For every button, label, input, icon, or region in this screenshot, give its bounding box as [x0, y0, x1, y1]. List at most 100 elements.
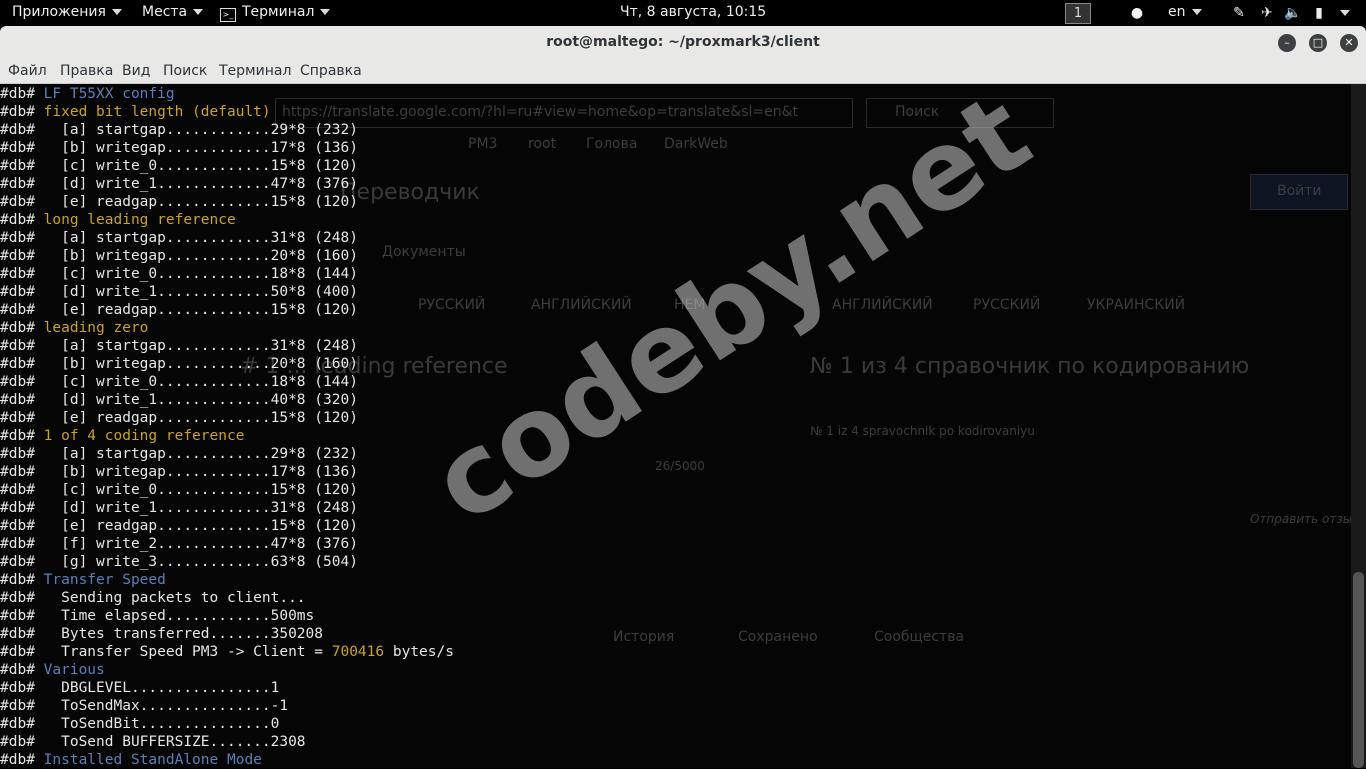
terminal-line: #db# Transfer Speed PM3 -> Client = 7004…: [0, 643, 454, 661]
menu-terminal[interactable]: Терминал: [219, 63, 291, 79]
terminal-line: #db# [b] writegap............20*8 (160): [0, 247, 454, 265]
terminal-line: #db# [d] write_1.............40*8 (320): [0, 391, 454, 409]
pen-icon[interactable]: ✎: [1230, 5, 1248, 21]
terminal-text: Installed StandAlone Mode: [43, 752, 262, 768]
menu-bar: Файл Правка Вид Поиск Терминал Справка: [0, 60, 1366, 84]
system-menu-chevron-icon[interactable]: [1340, 10, 1350, 16]
terminal-text: #db# ToSendBit...............0: [0, 716, 280, 732]
terminal-line: #db# 1 of 4 coding reference: [0, 427, 454, 445]
minimize-button[interactable]: –: [1278, 34, 1296, 52]
workspace-indicator[interactable]: 1: [1065, 3, 1091, 24]
terminal-text: #db# [e] readgap.............15*8 (120): [0, 194, 358, 210]
terminal-output: #db# LF T55XX config #db# fixed bit lengt…: [0, 85, 454, 769]
terminal-app-menu[interactable]: >_ Терминал: [220, 4, 331, 22]
volume-icon[interactable]: 🔈: [1284, 5, 1302, 21]
terminal-text: #db#: [0, 572, 44, 588]
terminal-text: 700416: [331, 644, 385, 660]
terminal-text: #db# DBGLEVEL................1: [0, 680, 280, 696]
applications-menu[interactable]: Приложения: [12, 4, 122, 20]
ghost-footer-item: История: [613, 629, 675, 645]
terminal-text: #db# [a] startgap............29*8 (232): [0, 446, 358, 462]
ghost-bookmark: Голова: [586, 136, 638, 152]
terminal-line: #db# Time elapsed............500ms: [0, 607, 454, 625]
menu-search[interactable]: Поиск: [163, 63, 207, 79]
terminal-icon: >_: [220, 8, 236, 22]
terminal-text: #db# ToSend BUFFERSIZE.......2308: [0, 734, 306, 750]
terminal-text: #db#: [0, 104, 44, 120]
terminal-text: fixed bit length (default): [43, 104, 271, 120]
ghost-lang-tab: РУССКИЙ: [973, 297, 1041, 313]
terminal-line: #db# [e] readgap.............15*8 (120): [0, 409, 454, 427]
terminal-line: #db# fixed bit length (default): [0, 103, 454, 121]
ghost-transliteration: № 1 iz 4 spravochnik po kodirovaniyu: [810, 424, 1035, 438]
places-menu[interactable]: Места: [142, 4, 204, 20]
ghost-footer-item: Сохранено: [738, 629, 818, 645]
chevron-down-icon: [111, 9, 122, 15]
maximize-button[interactable]: □: [1309, 34, 1327, 52]
terminal-text: #db#: [0, 662, 44, 678]
terminal-app-label: Терминал: [242, 4, 315, 20]
terminal-line: #db# Transfer Speed: [0, 571, 454, 589]
terminal-text: 1 of 4 coding reference: [43, 428, 245, 444]
terminal-text: leading zero: [43, 320, 149, 336]
terminal-line: #db# [d] write_1.............47*8 (376): [0, 175, 454, 193]
terminal-text: #db# [a] startgap............31*8 (248): [0, 338, 358, 354]
ghost-bookmark: DarkWeb: [664, 136, 728, 152]
close-button[interactable]: ✕: [1340, 34, 1358, 52]
battery-icon[interactable]: ▮: [1310, 5, 1328, 21]
terminal-text: #db# Transfer Speed PM3 -> Client =: [0, 644, 332, 660]
terminal-line: #db# [a] startgap............31*8 (248): [0, 337, 454, 355]
terminal-text: #db# [g] write_3.............63*8 (504): [0, 554, 358, 570]
terminal-text: #db# [e] readgap.............15*8 (120): [0, 518, 358, 534]
menu-help[interactable]: Справка: [300, 63, 362, 79]
terminal-line: #db# [d] write_1.............31*8 (248): [0, 499, 454, 517]
terminal-line: #db# Bytes transferred.......350208: [0, 625, 454, 643]
terminal-text: #db# [e] readgap.............15*8 (120): [0, 302, 358, 318]
terminal-line: #db# LF T55XX config: [0, 85, 454, 103]
people-icon[interactable]: ●: [1128, 5, 1146, 21]
terminal-text: Transfer Speed: [43, 572, 166, 588]
terminal-line: #db# [a] startgap............29*8 (232): [0, 445, 454, 463]
ghost-feedback: Отправить отзыв: [1250, 512, 1351, 526]
terminal-line: #db# [c] write_0.............18*8 (144): [0, 373, 454, 391]
chevron-down-icon: [193, 9, 204, 15]
terminal-line: #db# [a] startgap............31*8 (248): [0, 229, 454, 247]
terminal-line: #db# [c] write_0.............15*8 (120): [0, 157, 454, 175]
terminal-text: long leading reference: [43, 212, 236, 228]
terminal-text: #db# [a] startgap............31*8 (248): [0, 230, 358, 246]
terminal-text: #db# [b] writegap............20*8 (160): [0, 356, 358, 372]
terminal-text: #db# ToSendMax...............-1: [0, 698, 289, 714]
terminal-line: #db# DBGLEVEL................1: [0, 679, 454, 697]
ghost-result-text: № 1 из 4 справочник по кодированию: [810, 354, 1250, 379]
applications-label: Приложения: [12, 4, 106, 20]
terminal-line: #db# ToSend BUFFERSIZE.......2308: [0, 733, 454, 751]
terminal-text: bytes/s: [384, 644, 454, 660]
terminal-line: #db# [b] writegap............17*8 (136): [0, 463, 454, 481]
ghost-char-count: 26/5000: [655, 459, 705, 473]
menu-edit[interactable]: Правка: [60, 63, 113, 79]
ghost-footer-item: Сообщества: [874, 629, 965, 645]
keyboard-layout-label: en: [1168, 4, 1186, 20]
terminal-text: #db# [b] writegap............17*8 (136): [0, 140, 358, 156]
terminal-line: #db# [c] write_0.............15*8 (120): [0, 481, 454, 499]
terminal-text: #db#: [0, 428, 44, 444]
terminal-text: #db# [c] write_0.............15*8 (120): [0, 482, 358, 498]
menu-view[interactable]: Вид: [122, 63, 150, 79]
terminal-text: #db# [a] startgap............29*8 (232): [0, 122, 358, 138]
scrollbar-thumb[interactable]: [1353, 572, 1364, 768]
terminal-line: #db# [a] startgap............29*8 (232): [0, 121, 454, 139]
terminal-text: #db# [c] write_0.............15*8 (120): [0, 158, 358, 174]
keyboard-layout[interactable]: en: [1168, 4, 1202, 20]
terminal-line: #db# leading zero: [0, 319, 454, 337]
places-label: Места: [142, 4, 188, 20]
window-titlebar[interactable]: root@maltego: ~/proxmark3/client – □ ✕: [0, 26, 1366, 60]
terminal-text: #db# Bytes transferred.......350208: [0, 626, 324, 642]
airplane-icon[interactable]: ✈: [1258, 5, 1276, 21]
terminal-text: Various: [43, 662, 105, 678]
menu-file[interactable]: Файл: [8, 63, 47, 79]
terminal-text: #db# [d] write_1.............40*8 (320): [0, 392, 358, 408]
ghost-bookmark: PM3: [468, 136, 498, 152]
clock[interactable]: Чт, 8 августа, 10:15: [620, 4, 766, 20]
terminal-line: #db# [e] readgap.............15*8 (120): [0, 193, 454, 211]
terminal-line: #db# [e] readgap.............15*8 (120): [0, 517, 454, 535]
